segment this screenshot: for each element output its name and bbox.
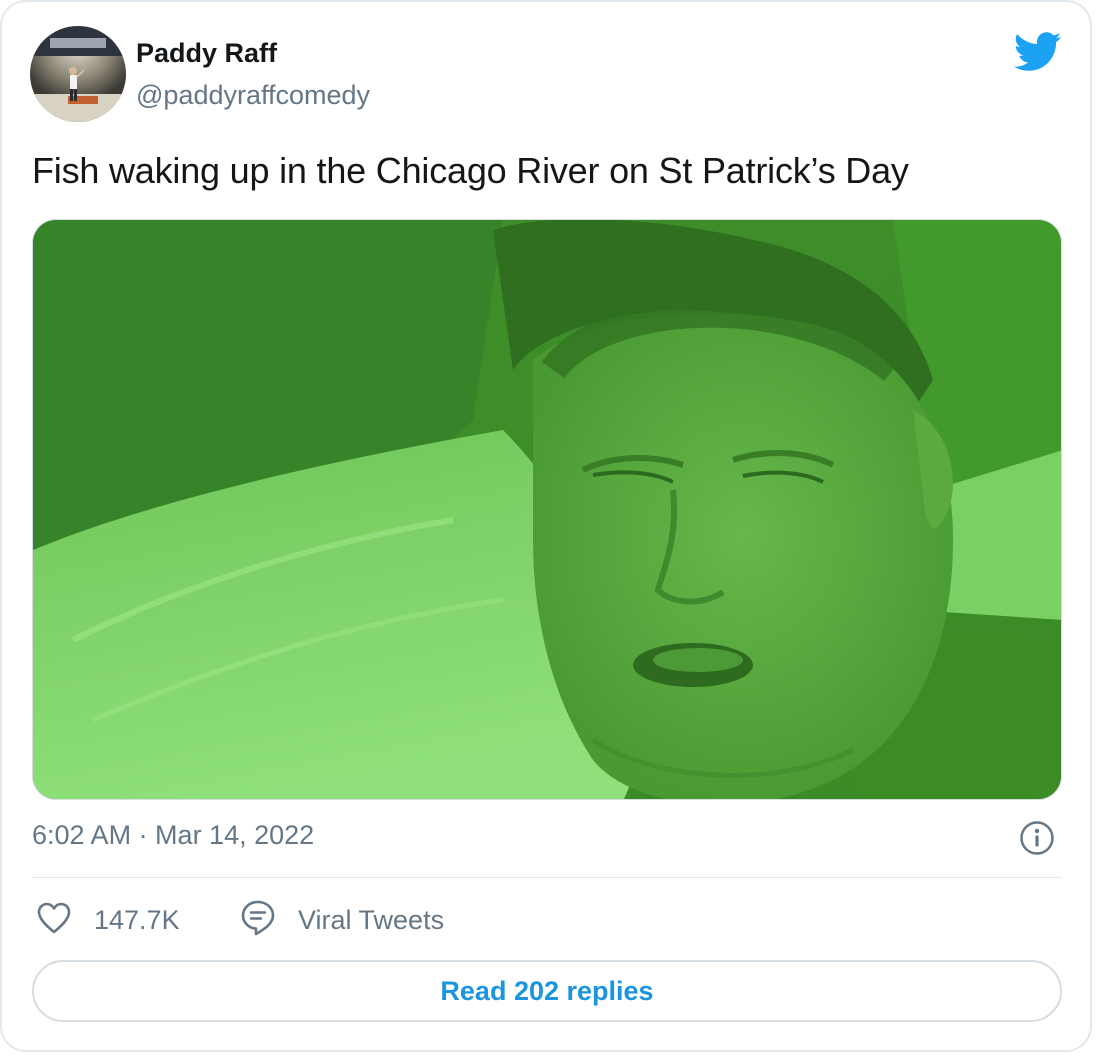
info-icon[interactable] — [1019, 820, 1055, 856]
read-replies-button[interactable]: Read 202 replies — [32, 960, 1062, 1022]
like-action[interactable]: 147.7K — [36, 900, 180, 940]
tweet-card: Paddy Raff @paddyraffcomedy Fish waking … — [0, 0, 1092, 1052]
tweet-media-photo[interactable] — [32, 219, 1062, 800]
avatar-image — [30, 26, 126, 122]
tweet-timestamp[interactable]: 6:02 AM · Mar 14, 2022 — [32, 820, 314, 851]
heart-icon[interactable] — [36, 901, 72, 940]
divider — [32, 877, 1062, 878]
likes-count: 147.7K — [94, 904, 180, 935]
viral-tweets-label: Viral Tweets — [298, 904, 445, 935]
speech-bubble-icon[interactable] — [240, 899, 276, 942]
author-name[interactable]: Paddy Raff — [136, 38, 277, 69]
green-photo — [33, 220, 1061, 799]
twitter-bird-icon[interactable] — [1013, 32, 1062, 72]
author-handle[interactable]: @paddyraffcomedy — [136, 80, 370, 111]
tweet-text: Fish waking up in the Chicago River on S… — [32, 150, 909, 191]
viral-tweets-link[interactable]: Viral Tweets — [240, 900, 444, 940]
author-avatar[interactable] — [30, 26, 126, 122]
